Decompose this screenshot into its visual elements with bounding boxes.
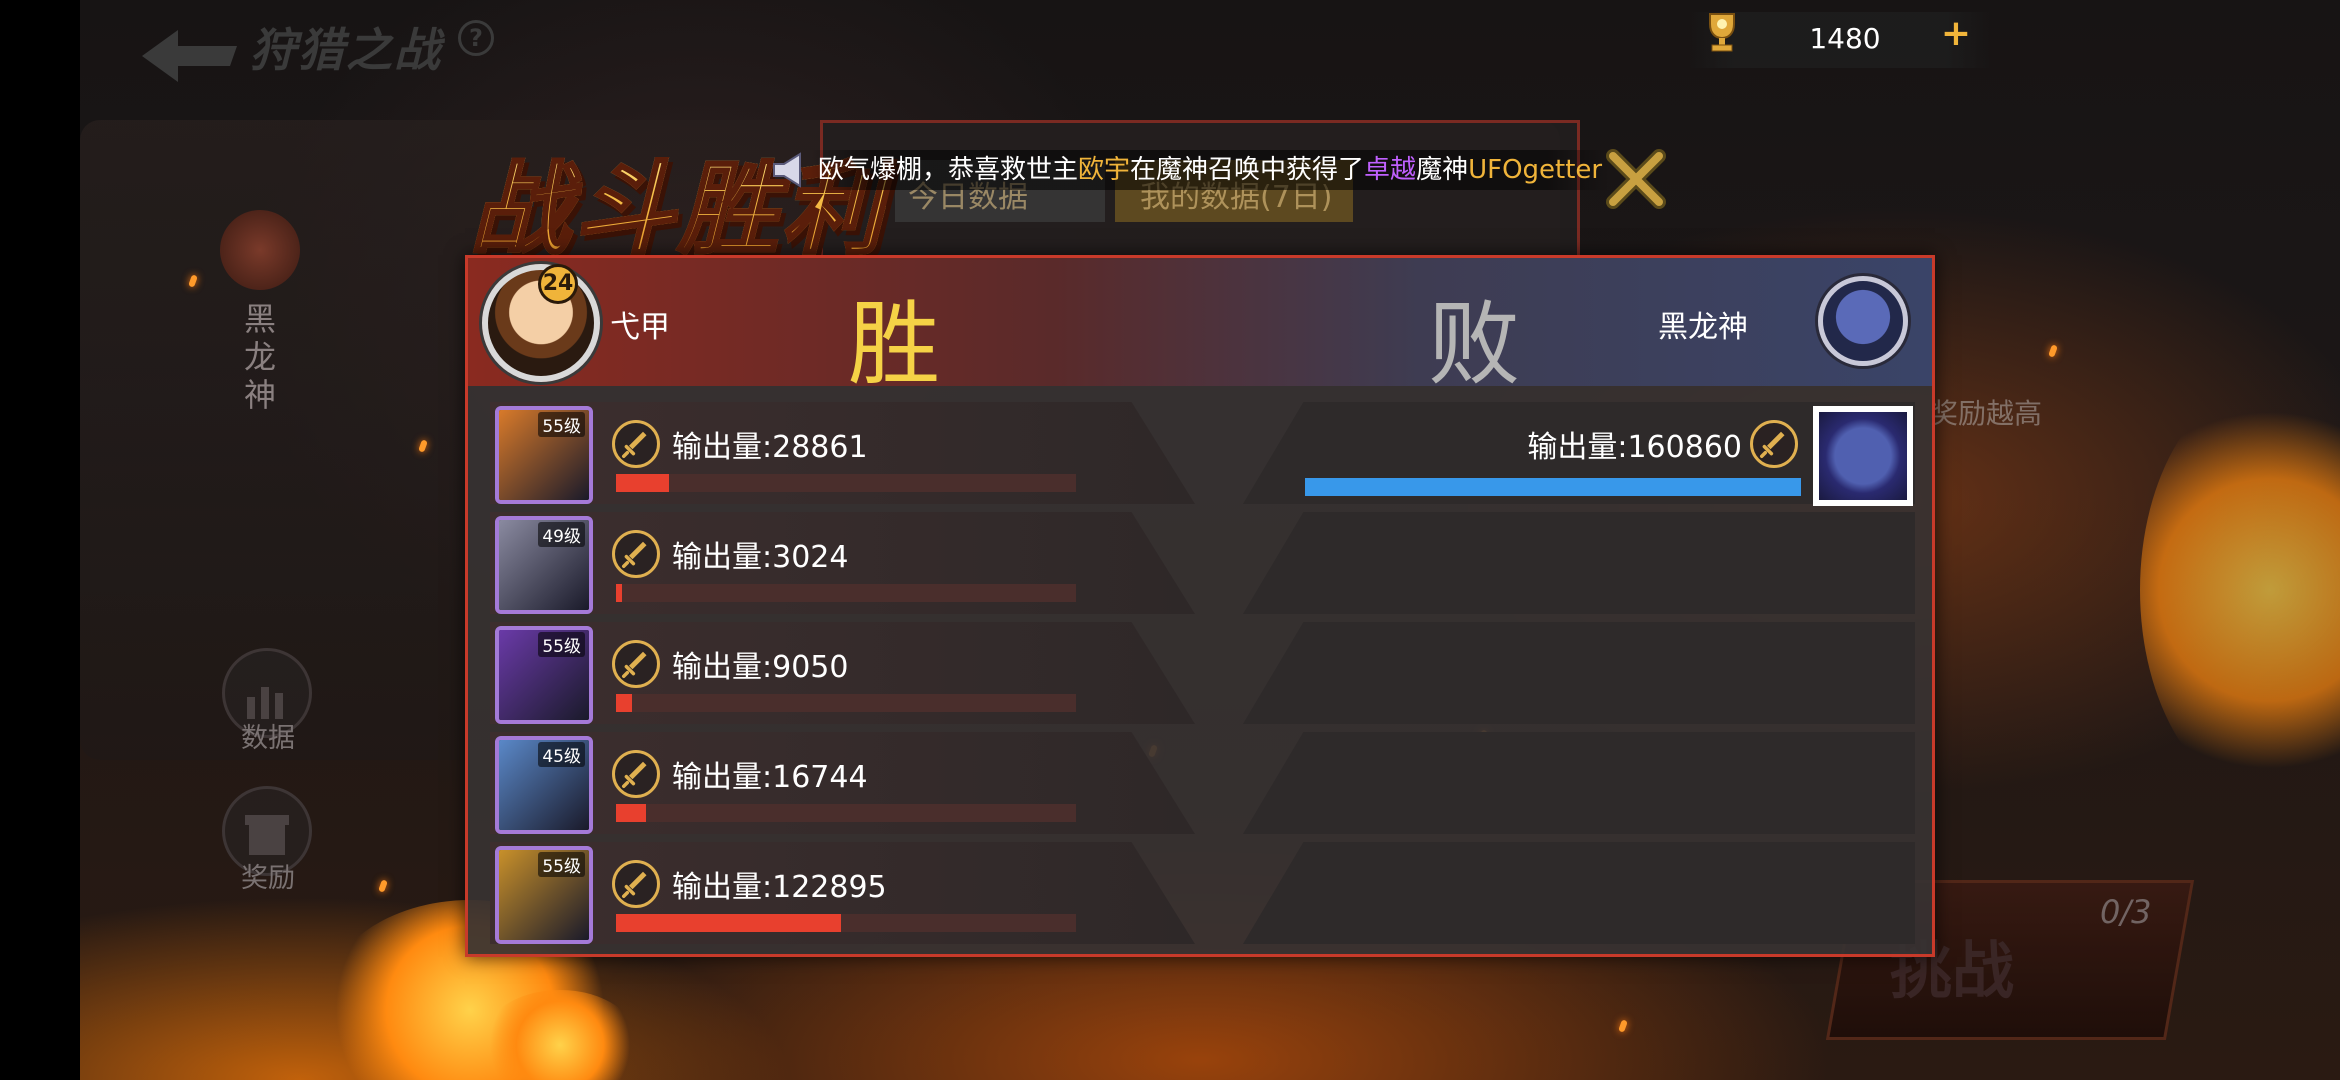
damage-row: 49级 输出量:3024 [468, 508, 1932, 618]
result-header: 24 弋甲 胜 败 黑龙神 [468, 258, 1932, 398]
screen-edge [0, 0, 80, 1080]
damage-bar-track [616, 694, 1076, 712]
damage-bar-track [616, 804, 1076, 822]
sword-icon [612, 530, 660, 578]
boss-label: 黑龙神 [243, 300, 276, 414]
ember [378, 879, 388, 893]
help-icon[interactable]: ? [458, 20, 494, 56]
damage-value: 122895 [772, 870, 887, 905]
damage-prefix: 输出量: [1527, 430, 1628, 465]
damage-bar-track [616, 584, 1076, 602]
boss-avatar[interactable] [220, 210, 300, 290]
enemy-row: 输出量:160860 [468, 398, 1932, 508]
damage-bar-track [616, 914, 1076, 932]
broadcast-player: 欧宇 [1078, 155, 1131, 185]
damage-text: 输出量:16744 [672, 752, 868, 796]
sword-icon [612, 640, 660, 688]
add-currency-button[interactable]: + [1938, 16, 1974, 52]
speaker-icon [773, 152, 801, 188]
damage-bar [616, 584, 622, 602]
damage-bar [616, 804, 646, 822]
damage-row: 55级 输出量:9050 [468, 618, 1932, 728]
damage-prefix: 输出量: [672, 870, 773, 905]
enemy-damage-text: 输出量:160860 [1527, 422, 1742, 466]
enemy-damage-bar [1305, 478, 1801, 496]
broadcast-middle: 在魔神召唤中获得了 [1130, 155, 1365, 185]
broadcast-message: 欧气爆棚，恭喜救世主欧宇在魔神召唤中获得了卓越魔神UFOgetter [810, 150, 1611, 190]
flame-effect [2140, 380, 2340, 800]
sword-icon [612, 860, 660, 908]
back-arrow-icon[interactable] [142, 30, 237, 82]
damage-row: 45级 输出量:16744 [468, 728, 1932, 838]
sword-icon [1750, 420, 1798, 468]
unit-level: 45级 [538, 742, 585, 767]
close-icon[interactable] [1605, 148, 1667, 210]
damage-value: 3024 [772, 540, 849, 575]
damage-value: 9050 [772, 650, 849, 685]
unit-portrait: 55级 [495, 846, 593, 944]
currency-value: 1480 [1809, 22, 1881, 55]
row-right-background [1243, 732, 1915, 834]
damage-text: 输出量:3024 [672, 532, 848, 576]
damage-text: 输出量:122895 [672, 862, 887, 906]
damage-row: 55级 输出量:122895 [468, 838, 1932, 948]
damage-bar [616, 694, 632, 712]
win-label: 胜 [848, 291, 941, 398]
reward-button-label: 奖励 [241, 863, 295, 894]
unit-level: 55级 [538, 852, 585, 877]
ember [1618, 1019, 1628, 1033]
enemy-unit-portrait [1813, 406, 1913, 506]
unit-level: 55级 [538, 632, 585, 657]
row-right-background [1243, 842, 1915, 944]
challenge-count: 0/3 [2100, 893, 2152, 931]
damage-value: 16744 [772, 760, 868, 795]
unit-portrait: 45级 [495, 736, 593, 834]
damage-bar [616, 914, 841, 932]
broadcast-item: UFOgetter [1468, 155, 1603, 185]
enemy-avatar [1818, 276, 1908, 366]
trophy-icon [1709, 13, 1735, 52]
player-level-badge: 24 [538, 264, 578, 304]
sword-icon [612, 750, 660, 798]
player-name: 弋甲 [610, 310, 670, 345]
broadcast-rarity: 卓越 [1364, 155, 1417, 185]
enemy-name: 黑龙神 [1658, 310, 1748, 345]
row-right-background [1243, 512, 1915, 614]
ember [2048, 344, 2058, 358]
damage-prefix: 输出量: [672, 650, 773, 685]
unit-portrait: 49级 [495, 516, 593, 614]
data-button-label: 数据 [241, 723, 295, 754]
lose-label: 败 [1428, 291, 1521, 398]
damage-text: 输出量:9050 [672, 642, 848, 686]
unit-portrait: 55级 [495, 626, 593, 724]
broadcast-prefix: 欧气爆棚，恭喜救世主 [818, 155, 1079, 185]
background-hint: 奖励越高 [1930, 397, 2043, 430]
row-right-background [1243, 622, 1915, 724]
damage-prefix: 输出量: [672, 540, 773, 575]
unit-level: 49级 [538, 522, 585, 547]
page-title: 狩猎之战 [250, 23, 442, 77]
damage-prefix: 输出量: [672, 760, 773, 795]
battle-result-panel: 24 弋甲 胜 败 黑龙神 55级 输出量:28861 49级 输出量:3024 55级… [465, 255, 1935, 957]
broadcast-suffix: 魔神 [1416, 155, 1469, 185]
enemy-damage-value: 160860 [1627, 430, 1742, 465]
